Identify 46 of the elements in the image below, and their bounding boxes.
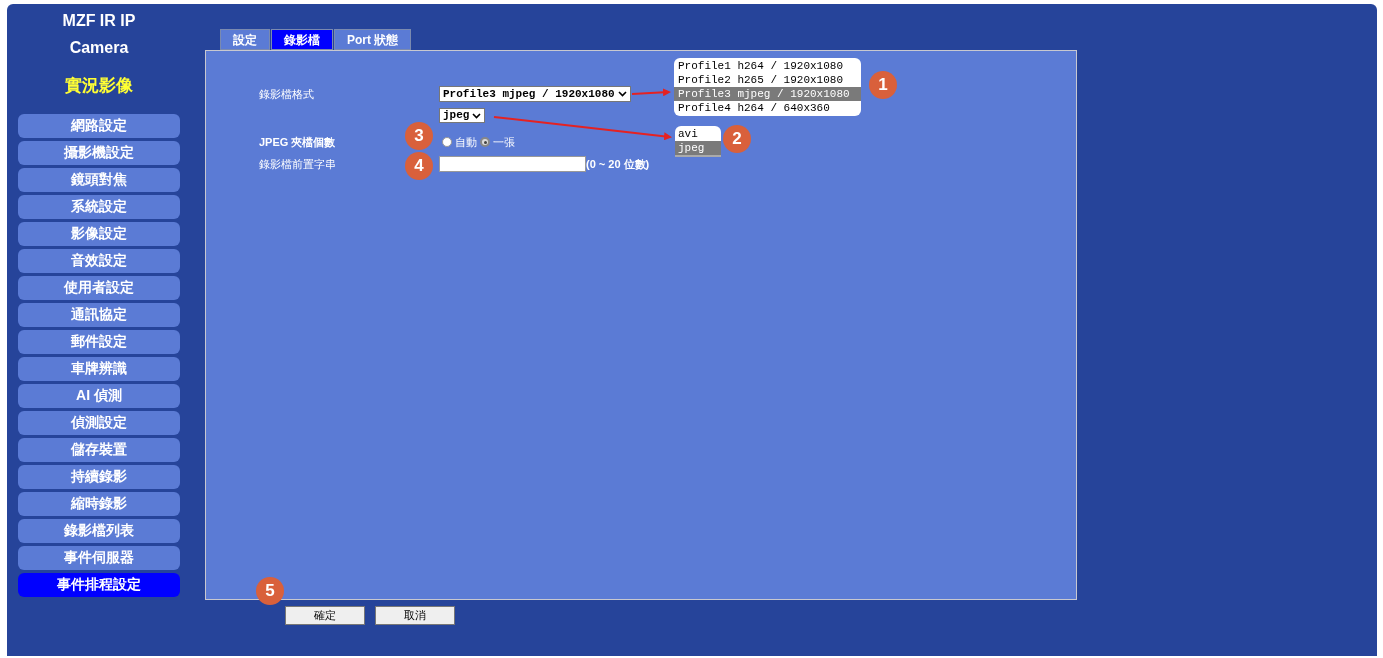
field-label: 錄影檔前置字串 [259, 157, 336, 170]
tab[interactable]: 設定 [220, 29, 270, 50]
dropdown-option[interactable]: avi [675, 127, 721, 141]
caret-icon [472, 112, 482, 119]
sidebar-item[interactable]: 縮時錄影 [18, 491, 180, 516]
sidebar-item[interactable]: 音效設定 [18, 248, 180, 273]
sidebar-item[interactable]: 網路設定 [18, 113, 180, 138]
caret-icon [617, 91, 627, 97]
sidebar-item[interactable]: 儲存裝置 [18, 437, 180, 462]
tab[interactable]: 錄影檔 [271, 29, 333, 50]
sidebar-item[interactable]: AI 偵測 [18, 383, 180, 408]
form-button[interactable]: 取消 [375, 606, 455, 625]
brand-title: MZF IR IP [62, 11, 136, 31]
dropdown-option[interactable]: Profile1 h264 / 1920x1080 [674, 59, 861, 73]
dropdown-option[interactable]: Profile2 h265 / 1920x1080 [674, 73, 861, 87]
radio-button[interactable] [442, 137, 452, 147]
dropdown-option[interactable]: jpeg [675, 141, 721, 155]
radio-button[interactable] [480, 137, 490, 147]
sidebar-item[interactable]: 通訊協定 [18, 302, 180, 327]
brand-title: Camera [69, 38, 129, 58]
sidebar-item[interactable]: 使用者設定 [18, 275, 180, 300]
format-select[interactable]: Profile3 mjpeg / 1920x1080 [439, 86, 631, 102]
sidebar-item[interactable]: 攝影機設定 [18, 140, 180, 165]
tab[interactable]: Port 狀態 [334, 29, 412, 50]
radio-label: 自動 [455, 134, 477, 150]
sidebar-item[interactable]: 偵測設定 [18, 410, 180, 435]
radio-label: 一張 [493, 134, 515, 150]
sidebar-item[interactable]: 系統設定 [18, 194, 180, 219]
sidebar-item[interactable]: 鏡頭對焦 [18, 167, 180, 192]
dropdown-option[interactable]: Profile3 mjpeg / 1920x1080 [674, 87, 861, 101]
container-select[interactable]: jpeg [439, 108, 486, 123]
field-hint: (0 ~ 20 位數) [586, 156, 650, 172]
sidebar-item[interactable]: 錄影檔列表 [18, 518, 180, 543]
field-label: 錄影檔格式 [259, 87, 314, 100]
sidebar-item[interactable]: 郵件設定 [18, 329, 180, 354]
field-label: JPEG 夾檔個數 [259, 135, 336, 148]
dropdown-option[interactable]: Profile4 h264 / 640x360 [674, 101, 861, 115]
sidebar-item[interactable]: 影像設定 [18, 221, 180, 246]
form-button[interactable]: 確定 [285, 606, 365, 625]
sidebar-item[interactable]: 持續錄影 [18, 464, 180, 489]
prefix-input[interactable] [439, 156, 586, 172]
pointer-arrow [631, 88, 671, 97]
sidebar-item[interactable]: 車牌辨識 [18, 356, 180, 381]
live-view-link[interactable]: 實況影像 [65, 73, 133, 99]
sidebar-item[interactable]: 事件伺服器 [18, 545, 180, 570]
sidebar-item[interactable]: 事件排程設定 [18, 572, 180, 597]
